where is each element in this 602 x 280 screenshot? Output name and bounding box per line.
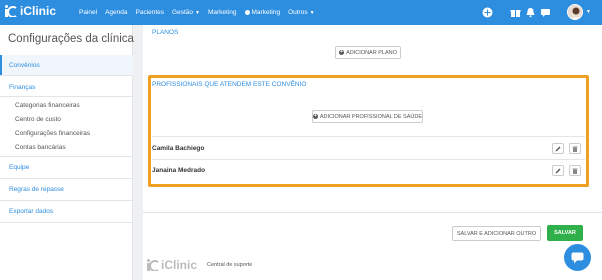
highlight-box (148, 75, 589, 187)
divider (0, 178, 133, 179)
avatar[interactable] (567, 4, 583, 20)
nav-pacientes[interactable]: Pacientes (136, 9, 165, 16)
gift-icon[interactable] (510, 7, 521, 18)
nav-agenda-label: Agenda (105, 9, 128, 16)
plus-circle-icon: + (313, 113, 318, 119)
nav-gestao[interactable]: Gestão ▼ (172, 9, 200, 16)
nav-painel[interactable]: Painel (79, 9, 97, 16)
sidebar-item-centro-custo[interactable]: Centro de custo (15, 116, 61, 123)
add-professional-label: ADICIONAR PROFISSIONAL DE SAÚDE (319, 113, 422, 120)
iclinic-logo-icon (147, 259, 159, 271)
chevron-down-icon: ▼ (195, 9, 200, 16)
save-and-add-button[interactable]: SALVAR E ADICIONAR OUTRO (452, 226, 541, 241)
divider (152, 159, 585, 160)
divider (0, 96, 133, 97)
brand-name: iClinic (20, 4, 57, 18)
divider (0, 200, 133, 201)
sidebar-item-categorias[interactable]: Categorias financeiras (15, 102, 80, 109)
sidebar-item-convenios[interactable]: Convênios (9, 62, 40, 69)
planos-heading: PLANOS (152, 29, 179, 36)
sidebar-item-equipe[interactable]: Equipe (9, 164, 29, 171)
trash-icon (572, 146, 578, 152)
nav-gestao-label: Gestão (172, 9, 194, 16)
nav-marketing-plus[interactable]: Marketing (244, 9, 281, 16)
plus-circle-icon: + (339, 49, 345, 55)
divider (0, 156, 133, 157)
nav-marketing-label: Marketing (207, 9, 237, 16)
top-navbar: iClinic Painel Agenda Pacientes Gestão ▼ … (0, 0, 602, 25)
pencil-icon (555, 146, 561, 151)
professional-name: Janaina Medrado (152, 167, 206, 174)
sidebar-item-regras-repasse[interactable]: Regras de repasse (9, 186, 64, 193)
nav-outros[interactable]: Outros ▼ (288, 9, 314, 16)
save-button[interactable]: SALVAR (547, 225, 583, 241)
sidebar: Configurações da clínica Convênios Finan… (0, 25, 134, 280)
add-circle-icon[interactable] (482, 7, 493, 18)
chat-widget-button[interactable] (564, 244, 591, 271)
sidebar-item-exportar-dados[interactable]: Exportar dados (9, 208, 53, 215)
trash-icon (572, 168, 578, 174)
nav-painel-label: Painel (79, 9, 98, 16)
sidebar-item-config-financeiras[interactable]: Configurações financeiras (15, 130, 90, 137)
chevron-down-icon[interactable]: ▼ (586, 9, 591, 15)
chat-bubble-icon (571, 252, 584, 263)
professionals-heading: PROFISSIONAIS QUE ATENDEM ESTE CONVÊNIO (152, 81, 307, 88)
iclinic-logo-icon (5, 5, 17, 17)
main-nav: Painel Agenda Pacientes Gestão ▼ Marketin… (79, 0, 323, 25)
nav-pacientes-label: Pacientes (135, 9, 165, 16)
add-plan-label: ADICIONAR PLANO (346, 49, 397, 56)
divider (0, 222, 133, 223)
nav-marketing[interactable]: Marketing (208, 9, 237, 16)
edit-button[interactable] (552, 143, 564, 154)
support-link[interactable]: Central de suporte (207, 262, 252, 268)
footer-logo: iClinic (147, 258, 197, 272)
add-plan-button[interactable]: + ADICIONAR PLANO (335, 46, 401, 59)
plus-circle-icon (244, 10, 250, 15)
chat-icon[interactable] (540, 7, 551, 18)
sidebar-item-financas[interactable]: Finanças (9, 84, 35, 91)
user-avatar-icon (568, 5, 582, 19)
divider (143, 212, 602, 213)
sidebar-item-contas-bancarias[interactable]: Contas bancárias (15, 144, 66, 151)
page-title: Configurações da clínica (8, 33, 134, 45)
divider (0, 75, 133, 76)
delete-button[interactable] (569, 165, 581, 176)
nav-agenda[interactable]: Agenda (105, 9, 127, 16)
chevron-down-icon: ▼ (309, 9, 315, 16)
nav-marketing-plus-label: Marketing (251, 9, 281, 16)
pencil-icon (555, 168, 561, 173)
edit-button[interactable] (552, 165, 564, 176)
divider (152, 136, 585, 137)
professional-name: Camila Bachiego (152, 145, 205, 152)
footer-brand-name: iClinic (161, 258, 198, 272)
bell-icon[interactable] (525, 7, 536, 18)
add-professional-button[interactable]: + ADICIONAR PROFISSIONAL DE SAÚDE (312, 110, 423, 123)
nav-outros-label: Outros (288, 9, 308, 16)
delete-button[interactable] (569, 143, 581, 154)
brand-logo[interactable]: iClinic (5, 4, 56, 18)
